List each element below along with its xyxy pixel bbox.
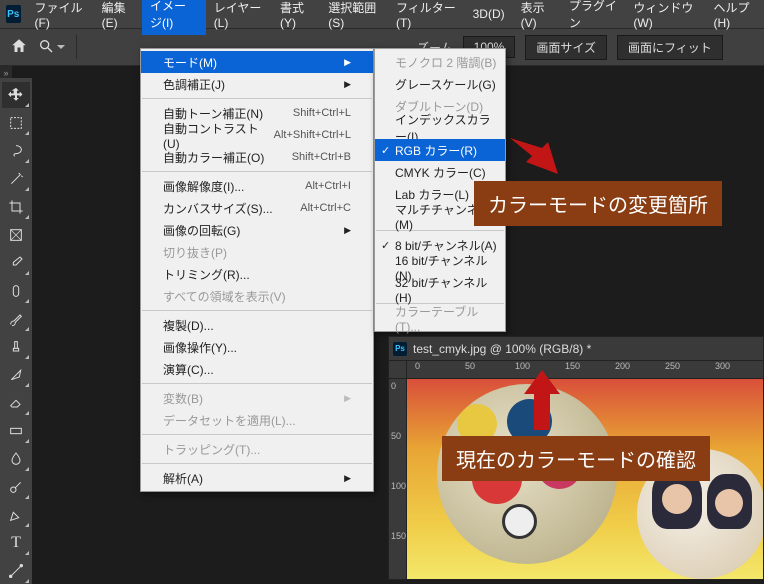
ruler-vertical[interactable]: 0 50 100 150 xyxy=(389,379,407,579)
home-icon[interactable] xyxy=(10,37,28,58)
menu-image[interactable]: イメージ(I) xyxy=(142,0,206,35)
mode-32bit[interactable]: 32 bit/チャンネル(H) xyxy=(375,278,505,300)
h-tick: 150 xyxy=(565,361,580,371)
menu-item-analysis[interactable]: 解析(A)▶ xyxy=(141,467,373,489)
menu-bar: Ps ファイル(F) 編集(E) イメージ(I) レイヤー(L) 書式(Y) 選… xyxy=(0,0,764,28)
arrow-icon xyxy=(524,370,560,435)
mode-color-table: カラーテーブル(T)... xyxy=(375,307,505,329)
h-tick: 300 xyxy=(715,361,730,371)
menu-item-reveal-all: すべての領域を表示(V) xyxy=(141,285,373,307)
menu-select[interactable]: 選択範囲(S) xyxy=(320,0,388,34)
mode-rgb[interactable]: ✓RGB カラー(R) xyxy=(375,139,505,161)
tool-history-brush[interactable] xyxy=(2,362,30,388)
menu-help[interactable]: ヘルプ(H) xyxy=(705,0,764,34)
zoom-tool-dropdown[interactable] xyxy=(38,38,66,57)
h-tick: 50 xyxy=(465,361,475,371)
separator xyxy=(76,35,77,59)
menu-item-apply-image[interactable]: 画像操作(Y)... xyxy=(141,336,373,358)
menu-item-apply-dataset: データセットを適用(L)... xyxy=(141,409,373,431)
tool-marquee[interactable] xyxy=(2,110,30,136)
menu-item-crop: 切り抜き(P) xyxy=(141,241,373,263)
mode-indexed[interactable]: インデックスカラー(I)... xyxy=(375,117,505,139)
tool-lasso[interactable] xyxy=(2,138,30,164)
v-tick: 150 xyxy=(391,531,406,541)
menu-item-trapping: トラッピング(T)... xyxy=(141,438,373,460)
tool-pen[interactable] xyxy=(2,502,30,528)
mode-grayscale[interactable]: グレースケール(G) xyxy=(375,73,505,95)
menu-window[interactable]: ウィンドウ(W) xyxy=(625,0,705,34)
mode-cmyk[interactable]: CMYK カラー(C) xyxy=(375,161,505,183)
v-tick: 50 xyxy=(391,431,401,441)
h-tick: 0 xyxy=(415,361,420,371)
image-menu-dropdown: モード(M)▶ 色調補正(J)▶ 自動トーン補正(N)Shift+Ctrl+L … xyxy=(140,48,374,492)
menu-edit[interactable]: 編集(E) xyxy=(94,0,142,34)
photoshop-favicon: Ps xyxy=(393,342,407,356)
document-titlebar[interactable]: Ps test_cmyk.jpg @ 100% (RGB/8) * xyxy=(389,337,763,361)
tool-eraser[interactable] xyxy=(2,390,30,416)
menu-item-calculations[interactable]: 演算(C)... xyxy=(141,358,373,380)
canvas-size-button[interactable]: 画面サイズ xyxy=(525,35,607,60)
photoshop-logo: Ps xyxy=(6,5,21,23)
menu-item-variables: 変数(B)▶ xyxy=(141,387,373,409)
document-title: test_cmyk.jpg @ 100% (RGB/8) * xyxy=(413,342,591,356)
tool-move[interactable] xyxy=(2,82,30,108)
callout-change-mode: カラーモードの変更箇所 xyxy=(474,181,722,226)
menu-type[interactable]: 書式(Y) xyxy=(272,0,320,34)
menu-item-rotate[interactable]: 画像の回転(G)▶ xyxy=(141,219,373,241)
tool-stamp[interactable] xyxy=(2,334,30,360)
chevron-down-icon xyxy=(56,42,66,52)
menu-item-canvas-size[interactable]: カンバスサイズ(S)...Alt+Ctrl+C xyxy=(141,197,373,219)
h-tick: 250 xyxy=(665,361,680,371)
tool-type[interactable]: T xyxy=(2,530,30,556)
ruler-horizontal[interactable]: 0 50 100 150 200 250 300 xyxy=(407,361,763,379)
tool-crop[interactable] xyxy=(2,194,30,220)
menu-file[interactable]: ファイル(F) xyxy=(27,0,94,34)
mode-bitmap: モノクロ 2 階調(B) xyxy=(375,51,505,73)
v-tick: 0 xyxy=(391,381,396,391)
tool-brush[interactable] xyxy=(2,306,30,332)
ruler-corner xyxy=(389,361,407,379)
menu-item-mode[interactable]: モード(M)▶ xyxy=(141,51,373,73)
tool-eyedropper[interactable] xyxy=(2,250,30,276)
menu-3d[interactable]: 3D(D) xyxy=(465,3,513,25)
tool-panel: T xyxy=(0,78,32,584)
tool-path[interactable] xyxy=(2,558,30,584)
check-icon: ✓ xyxy=(381,144,390,157)
expand-panels-icon[interactable]: » xyxy=(0,66,12,78)
tool-gradient[interactable] xyxy=(2,418,30,444)
check-icon: ✓ xyxy=(381,239,390,252)
menu-view[interactable]: 表示(V) xyxy=(513,0,561,34)
h-tick: 200 xyxy=(615,361,630,371)
menu-item-auto-color[interactable]: 自動カラー補正(O)Shift+Ctrl+B xyxy=(141,146,373,168)
menu-layer[interactable]: レイヤー(L) xyxy=(206,0,272,34)
menu-item-trim[interactable]: トリミング(R)... xyxy=(141,263,373,285)
menu-item-auto-contrast[interactable]: 自動コントラスト(U)Alt+Shift+Ctrl+L xyxy=(141,124,373,146)
tool-healing[interactable] xyxy=(2,278,30,304)
tool-dodge[interactable] xyxy=(2,474,30,500)
menu-filter[interactable]: フィルター(T) xyxy=(388,0,465,34)
menu-plugin[interactable]: プラグイン xyxy=(561,0,625,35)
magnifier-icon xyxy=(38,38,54,57)
tool-frame[interactable] xyxy=(2,222,30,248)
arrow-icon xyxy=(510,130,558,179)
menu-item-duplicate[interactable]: 複製(D)... xyxy=(141,314,373,336)
tool-wand[interactable] xyxy=(2,166,30,192)
v-tick: 100 xyxy=(391,481,406,491)
callout-current-mode: 現在のカラーモードの確認 xyxy=(442,436,710,481)
fit-screen-button[interactable]: 画面にフィット xyxy=(617,35,723,60)
tool-blur[interactable] xyxy=(2,446,30,472)
menu-item-adjustments[interactable]: 色調補正(J)▶ xyxy=(141,73,373,95)
menu-item-image-size[interactable]: 画像解像度(I)...Alt+Ctrl+I xyxy=(141,175,373,197)
